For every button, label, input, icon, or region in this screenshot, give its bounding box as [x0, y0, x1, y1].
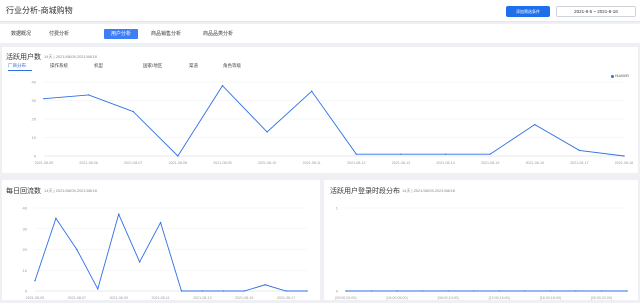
- tab-product-sales[interactable]: 商品销售分析: [142, 29, 190, 39]
- daily-churn-panel: 每日回流数 14天 | 2021/08/05,2021/08/18 40 30 20…: [2, 180, 320, 300]
- x-tick-label: 2021-08-14: [436, 161, 454, 165]
- x-tick-label: 2021-08-05: [35, 161, 53, 165]
- data-point: [524, 290, 526, 292]
- tab-user-analysis[interactable]: 用户分析: [104, 29, 138, 39]
- tab-overview[interactable]: 数据概况: [4, 29, 38, 39]
- data-point: [345, 290, 347, 292]
- x-tick-label: 2021-08-10: [258, 161, 276, 165]
- x-tick-label: 2021-08-17: [277, 296, 295, 300]
- data-point: [310, 90, 313, 92]
- data-point: [180, 290, 183, 292]
- y-tick-label: 20: [23, 247, 28, 252]
- data-point: [138, 261, 141, 263]
- data-point: [222, 290, 225, 292]
- x-tick-label: [12:00,14:00): [489, 296, 510, 300]
- y-tick-label: 10: [32, 135, 37, 140]
- login-period-panel: 活跃用户登录时段分布 14天 | 2021/08/05,2021/08/18 1…: [324, 180, 638, 300]
- top-bar: 行业分析-商城购物 添加筛选条件 2021-8-5 ~ 2021-8-18: [0, 0, 640, 22]
- data-point: [447, 290, 449, 292]
- data-point: [177, 155, 179, 157]
- x-tick-label: 2021-08-13: [193, 296, 211, 300]
- date-range-picker[interactable]: 2021-8-5 ~ 2021-8-18: [556, 6, 636, 17]
- x-tick-label: [20:00,22:00): [591, 296, 612, 300]
- data-point: [87, 94, 90, 96]
- data-point: [264, 284, 266, 286]
- data-point: [400, 153, 402, 155]
- y-tick-label: 0: [34, 154, 37, 159]
- y-tick-label: 20: [32, 117, 37, 122]
- data-point: [201, 290, 204, 292]
- x-tick-label: 2021-08-08: [169, 161, 187, 165]
- data-point: [370, 290, 373, 292]
- data-point: [549, 290, 552, 292]
- data-point: [306, 290, 308, 292]
- data-point: [55, 217, 57, 220]
- data-point: [396, 290, 398, 292]
- data-point: [243, 290, 245, 292]
- data-point: [578, 149, 581, 152]
- y-tick-label: 30: [23, 226, 28, 231]
- tab-product-category[interactable]: 商品品类分析: [194, 29, 242, 39]
- data-point: [626, 290, 628, 292]
- x-tick-label: 2021-08-17: [570, 161, 588, 165]
- data-point: [489, 153, 491, 155]
- data-point: [34, 279, 36, 282]
- x-tick-label: [16:00,18:00): [540, 296, 561, 300]
- data-point: [285, 290, 287, 292]
- x-tick-label: [00:00,02:00): [335, 296, 356, 300]
- y-tick-label: 30: [32, 98, 37, 103]
- data-point: [600, 290, 603, 292]
- data-point: [117, 213, 120, 215]
- data-point: [498, 290, 500, 292]
- y-tick-label: 40: [32, 80, 37, 85]
- y-tick-label: 40: [23, 206, 28, 211]
- data-point: [355, 153, 358, 155]
- x-tick-label: 2021-08-07: [68, 296, 86, 300]
- data-point: [421, 290, 424, 292]
- login-period-chart: 1 0 [00:00,02:00) [04:00,06:00) [08:00,10:00…: [335, 206, 628, 300]
- x-tick-label: 2021-08-18: [615, 161, 633, 165]
- data-point: [266, 131, 268, 133]
- x-tick-label: [08:00,10:00): [438, 296, 459, 300]
- x-tick-label: 2021-08-13: [392, 161, 410, 165]
- x-tick-label: 2021-08-11: [303, 161, 321, 165]
- series-line: [34, 212, 307, 292]
- data-point: [473, 290, 475, 292]
- data-point: [43, 97, 45, 100]
- x-tick-label: 2021-08-06: [79, 161, 97, 165]
- data-point: [575, 290, 577, 292]
- daily-churn-chart: 40 30 20 10 0 2021-08-05 2021-08-07 2021-08-09 2…: [23, 206, 308, 300]
- series-line: [43, 84, 625, 157]
- y-tick-label: 10: [23, 268, 28, 273]
- custom-filter-button[interactable]: 添加筛选条件: [506, 6, 550, 17]
- data-point: [221, 85, 224, 87]
- y-tick-label: 0: [336, 289, 339, 294]
- data-point: [76, 248, 78, 251]
- x-tick-label: 2021-08-09: [109, 296, 127, 300]
- active-users-panel: 活跃用户数 14天 | 2021/08/05,2021/08/18 厂商分布 操…: [2, 47, 638, 173]
- data-point: [623, 155, 625, 157]
- x-tick-label: 2021-08-09: [213, 161, 231, 165]
- x-tick-label: 2021-08-07: [124, 161, 142, 165]
- data-point: [97, 288, 99, 290]
- data-point: [444, 153, 447, 155]
- tab-payment[interactable]: 付费分析: [42, 29, 76, 39]
- y-tick-label: 1: [336, 206, 339, 211]
- tab-bar: 数据概况 付费分析 用户分析 商品销售分析 商品品类分析: [0, 24, 640, 43]
- x-tick-label: 2021-08-11: [151, 296, 169, 300]
- active-users-chart: 40 30 20 10 0 2021-08-05 2021-08-06 2021-08-07 2…: [32, 80, 634, 166]
- x-tick-label: 2021-08-15: [235, 296, 253, 300]
- data-point: [159, 221, 162, 224]
- x-tick-label: [04:00,06:00): [386, 296, 407, 300]
- data-point: [534, 123, 536, 126]
- x-tick-label: 2021-08-12: [347, 161, 365, 165]
- y-tick-label: 0: [25, 289, 28, 294]
- x-tick-label: 2021-08-16: [526, 161, 544, 165]
- data-point: [132, 110, 134, 113]
- app-title: 行业分析-商城购物: [6, 6, 73, 15]
- x-tick-label: 2021-08-15: [481, 161, 499, 165]
- x-tick-label: 2021-08-05: [26, 296, 44, 300]
